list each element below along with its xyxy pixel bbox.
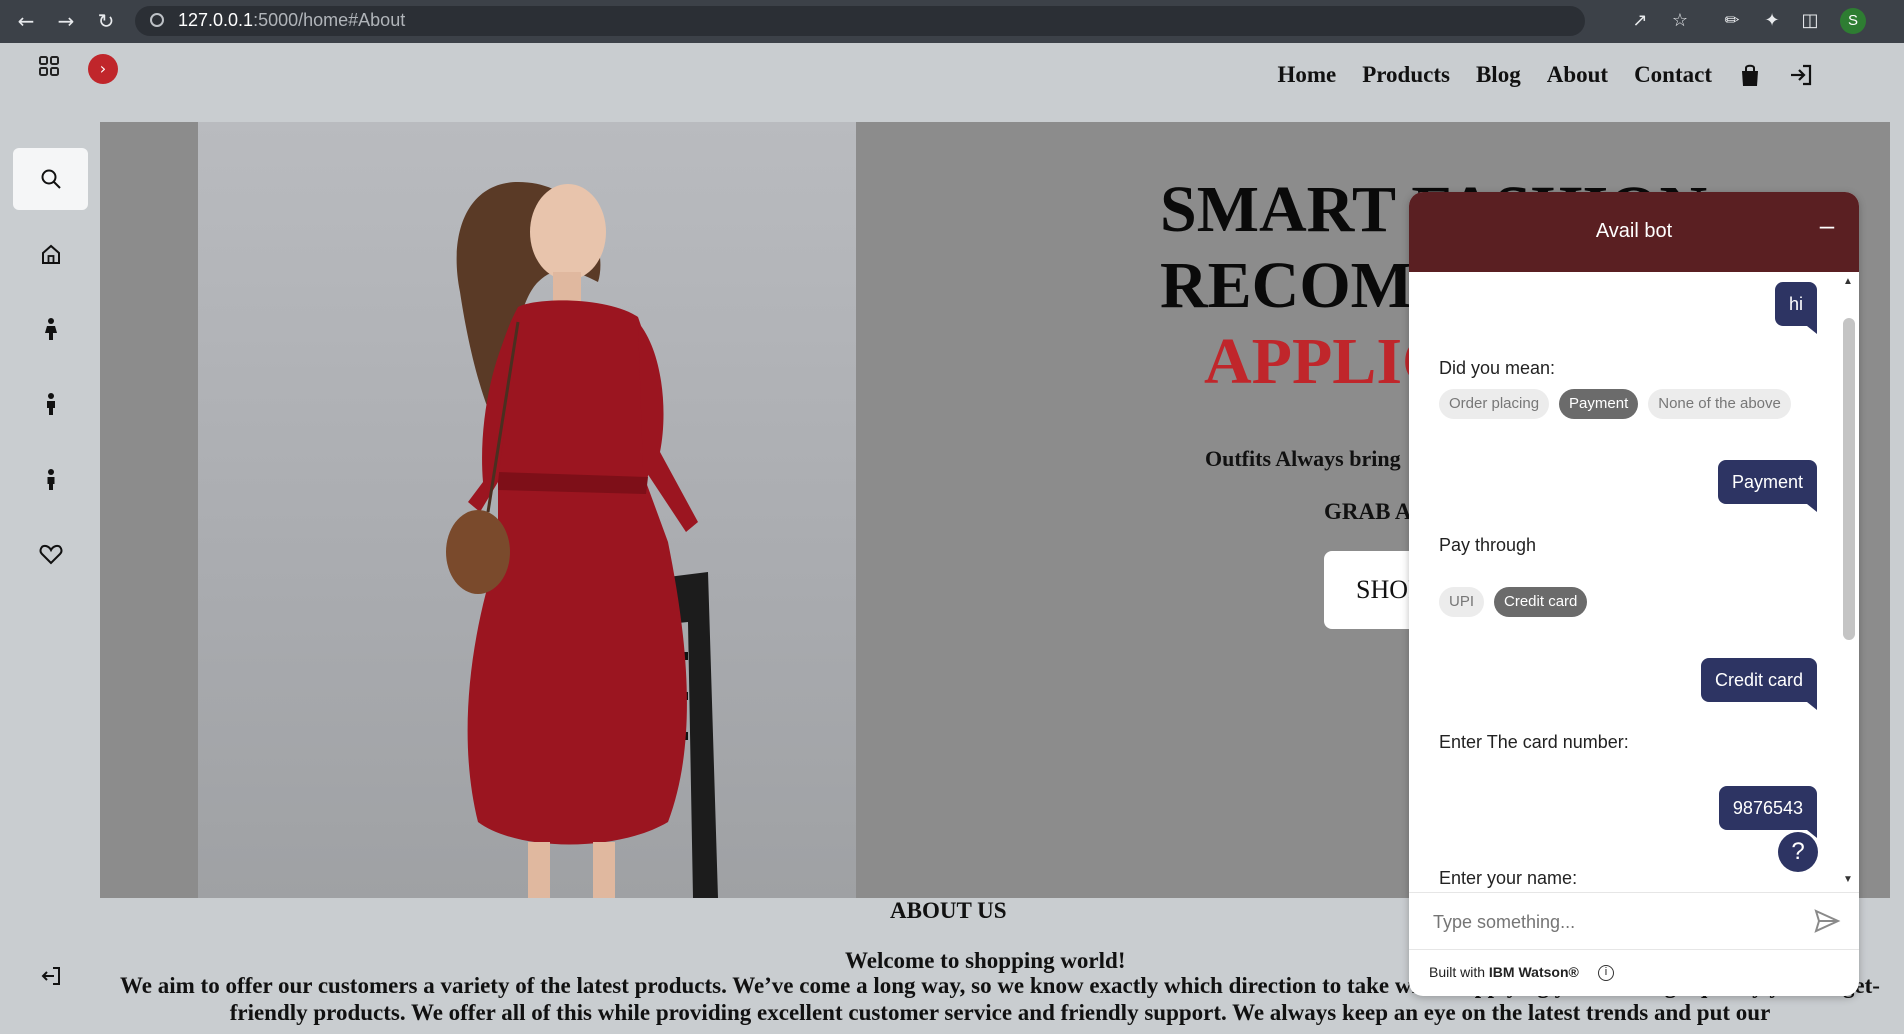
scroll-down-arrow[interactable]: ▼ [1842, 874, 1854, 885]
kid-icon [47, 469, 54, 490]
built-with-text: Built with IBM Watson® [1429, 964, 1579, 980]
send-icon[interactable] [1811, 905, 1843, 937]
profile-avatar[interactable]: S [1840, 8, 1866, 34]
user-message: Payment [1717, 460, 1818, 512]
sidebar [0, 43, 100, 1034]
hero-model-photo [198, 122, 856, 898]
bot-message: Enter The card number: [1439, 732, 1629, 752]
apps-grid-icon[interactable] [38, 55, 60, 77]
share-icon[interactable]: ↗ [1628, 9, 1652, 33]
info-icon[interactable]: i [1598, 965, 1614, 981]
chat-input-bar [1409, 892, 1859, 949]
nav-about[interactable]: About [1547, 62, 1608, 88]
hero-grab-text: GRAB A [1324, 499, 1412, 524]
sidepanel-icon[interactable]: ◫ [1798, 9, 1822, 33]
chat-footer: Built with IBM Watson® i [1409, 949, 1859, 996]
about-welcome: Welcome to shopping world! [845, 948, 1126, 973]
bot-message: Did you mean: [1439, 358, 1556, 378]
chip-upi[interactable]: UPI [1439, 587, 1485, 617]
chatbot-window: Avail bot – hi Did you mean: Order placi… [1409, 192, 1859, 996]
help-button[interactable]: ? [1778, 832, 1818, 872]
chat-scrollbar[interactable] [1843, 318, 1855, 640]
pen-icon[interactable]: ✏ [1720, 9, 1744, 33]
logout-icon [41, 967, 60, 985]
expand-sidebar-button[interactable]: › [88, 54, 118, 84]
sidebar-item-home[interactable] [13, 223, 88, 285]
login-icon[interactable] [1788, 63, 1814, 87]
sidebar-item-wishlist[interactable] [13, 523, 88, 585]
suggestion-chips: Order placing Payment None of the above [1439, 389, 1791, 419]
chip-none[interactable]: None of the above [1648, 389, 1791, 419]
chip-payment[interactable]: Payment [1559, 389, 1639, 419]
reload-icon[interactable]: ↻ [92, 7, 120, 35]
chat-title: Avail bot [1595, 220, 1673, 242]
search-icon [41, 169, 61, 189]
hero-subtitle: Outfits Always bring [1205, 446, 1401, 471]
nav-contact[interactable]: Contact [1634, 62, 1712, 88]
model-image [446, 182, 718, 898]
forward-icon[interactable]: → [52, 7, 80, 35]
sidebar-item-women[interactable] [13, 298, 88, 360]
chip-credit-card[interactable]: Credit card [1494, 587, 1588, 617]
sidebar-item-search[interactable] [13, 148, 88, 210]
minimize-icon[interactable]: – [1812, 210, 1842, 240]
home-icon [41, 244, 60, 264]
chat-messages[interactable]: hi Did you mean: Order placing Payment N… [1409, 272, 1859, 892]
user-message: 9876543 [1718, 786, 1818, 838]
nav-products[interactable]: Products [1362, 62, 1450, 88]
user-message: Credit card [1700, 658, 1818, 710]
bot-message: Pay through [1439, 535, 1537, 555]
extensions-icon[interactable]: ✦ [1760, 9, 1784, 33]
chat-input[interactable] [1431, 905, 1795, 939]
sidebar-item-men[interactable] [13, 373, 88, 435]
chip-order-placing[interactable]: Order placing [1439, 389, 1550, 419]
shopping-bag-icon[interactable] [1738, 62, 1762, 88]
nav-home[interactable]: Home [1277, 62, 1336, 88]
site-info-icon[interactable] [150, 13, 164, 27]
user-message: hi [1774, 282, 1818, 334]
chat-header: Avail bot – [1409, 192, 1859, 272]
back-icon[interactable]: ← [12, 7, 40, 35]
top-navigation: Home Products Blog About Contact [1277, 62, 1814, 88]
bot-message: Enter your name: [1439, 868, 1578, 888]
about-heading: ABOUT US [890, 898, 1007, 923]
sidebar-item-kids[interactable] [13, 448, 88, 510]
woman-icon [44, 318, 57, 340]
scroll-up-arrow[interactable]: ▲ [1842, 276, 1854, 287]
heart-icon [39, 544, 62, 565]
nav-blog[interactable]: Blog [1476, 62, 1521, 88]
option-chips: UPI Credit card [1439, 587, 1588, 617]
url-text[interactable]: 127.0.0.1:5000/home#About [178, 10, 405, 31]
browser-toolbar: ← → ↻ 127.0.0.1:5000/home#About ↗ ☆ ✏ ✦ … [0, 0, 1904, 43]
man-icon [46, 393, 55, 415]
star-icon[interactable]: ☆ [1668, 9, 1692, 33]
sidebar-item-logout[interactable] [13, 945, 88, 1007]
